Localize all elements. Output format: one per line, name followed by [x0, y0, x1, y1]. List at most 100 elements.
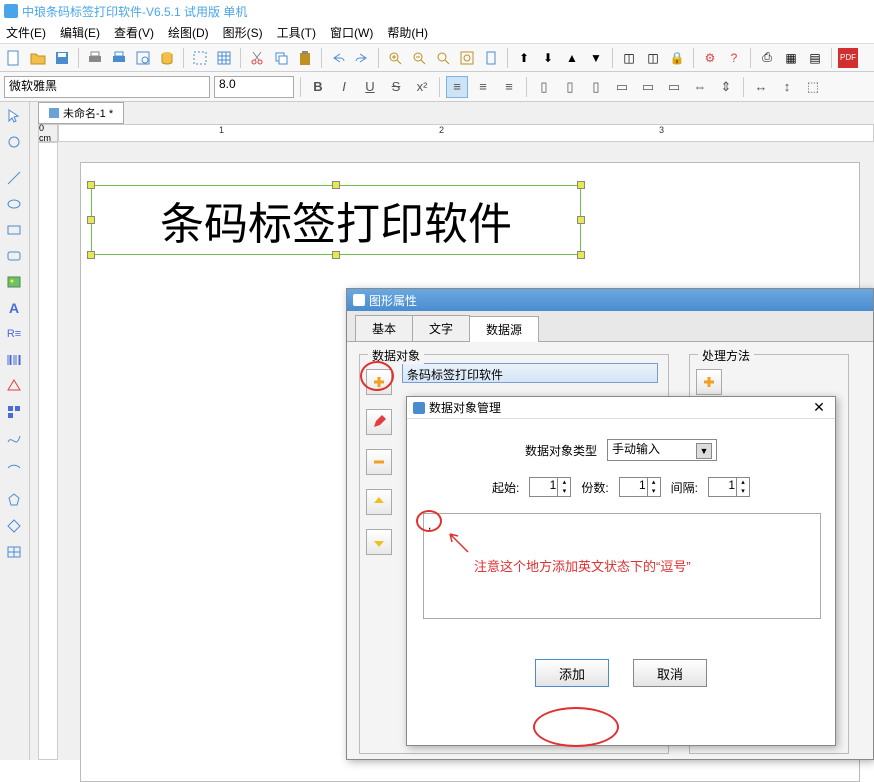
select-all-icon[interactable]: [190, 48, 210, 68]
rect-tool[interactable]: [2, 218, 26, 242]
menu-edit[interactable]: 编辑(E): [60, 24, 100, 41]
font-select[interactable]: 微软雅黑: [4, 76, 210, 98]
italic-button[interactable]: I: [333, 76, 355, 98]
barcode-tool[interactable]: [2, 348, 26, 372]
resize-handle[interactable]: [87, 251, 95, 259]
diamond-tool[interactable]: [2, 514, 26, 538]
resize-handle[interactable]: [577, 181, 585, 189]
arc-tool[interactable]: [2, 452, 26, 476]
menu-shape[interactable]: 图形(S): [223, 24, 263, 41]
align-obj-left-icon[interactable]: ▯: [533, 76, 555, 98]
table-tool[interactable]: [2, 540, 26, 564]
new-icon[interactable]: [4, 48, 24, 68]
gap-spinner[interactable]: 1: [708, 477, 750, 497]
menu-window[interactable]: 窗口(W): [330, 24, 373, 41]
strike-button[interactable]: S: [385, 76, 407, 98]
redo-icon[interactable]: [352, 48, 372, 68]
align-obj-right-icon[interactable]: ▯: [585, 76, 607, 98]
send-back-icon[interactable]: ⬇: [538, 48, 558, 68]
layer-up-icon[interactable]: ▲: [562, 48, 582, 68]
font-size-select[interactable]: 8.0: [214, 76, 294, 98]
distribute-h-icon[interactable]: ⇔: [689, 76, 711, 98]
database-icon[interactable]: [157, 48, 177, 68]
settings-icon[interactable]: ⚙: [700, 48, 720, 68]
copy-icon[interactable]: [271, 48, 291, 68]
resize-handle[interactable]: [577, 251, 585, 259]
bold-button[interactable]: B: [307, 76, 329, 98]
print-setup-icon[interactable]: [85, 48, 105, 68]
paste-icon[interactable]: [295, 48, 315, 68]
layout-icon[interactable]: ▦: [781, 48, 801, 68]
text-object[interactable]: 条码标签打印软件: [91, 185, 581, 255]
zoom-fit-icon[interactable]: [433, 48, 453, 68]
menu-file[interactable]: 文件(E): [6, 24, 46, 41]
align-right-button[interactable]: ≡: [498, 76, 520, 98]
print-preview-icon[interactable]: [133, 48, 153, 68]
resize-handle[interactable]: [332, 251, 340, 259]
align-left-button[interactable]: ≡: [446, 76, 468, 98]
resize-handle[interactable]: [577, 216, 585, 224]
data-manager-title[interactable]: 数据对象管理 ✕: [407, 397, 835, 419]
tab-basic[interactable]: 基本: [355, 315, 413, 341]
resize-handle[interactable]: [332, 181, 340, 189]
align-obj-top-icon[interactable]: ▭: [611, 76, 633, 98]
text-tool[interactable]: A: [2, 296, 26, 320]
same-width-icon[interactable]: ↔: [750, 76, 772, 98]
distribute-v-icon[interactable]: ⇕: [715, 76, 737, 98]
same-size-icon[interactable]: ⬚: [802, 76, 824, 98]
image-tool[interactable]: [2, 270, 26, 294]
qr-tool[interactable]: [2, 400, 26, 424]
pointer-tool[interactable]: [2, 104, 26, 128]
resize-handle[interactable]: [87, 181, 95, 189]
zoom-in-icon[interactable]: [385, 48, 405, 68]
misc-icon[interactable]: ▤: [805, 48, 825, 68]
close-button[interactable]: ✕: [809, 399, 829, 417]
data-object-list-item[interactable]: 条码标签打印软件: [402, 363, 658, 383]
tab-text[interactable]: 文字: [412, 315, 470, 341]
count-spinner[interactable]: 1: [619, 477, 661, 497]
export-icon[interactable]: ⎙: [757, 48, 777, 68]
resize-handle[interactable]: [87, 216, 95, 224]
add-button[interactable]: 添加: [535, 659, 609, 687]
print-icon[interactable]: [109, 48, 129, 68]
group-icon[interactable]: ◫: [619, 48, 639, 68]
start-spinner[interactable]: 1: [529, 477, 571, 497]
underline-button[interactable]: U: [359, 76, 381, 98]
add-process-button[interactable]: [696, 369, 722, 395]
roundrect-tool[interactable]: [2, 244, 26, 268]
line-tool[interactable]: [2, 166, 26, 190]
pdf-icon[interactable]: PDF: [838, 48, 858, 68]
open-icon[interactable]: [28, 48, 48, 68]
same-height-icon[interactable]: ↕: [776, 76, 798, 98]
cut-icon[interactable]: [247, 48, 267, 68]
content-textarea[interactable]: , 注意这个地方添加英文状态下的“逗号”: [423, 513, 821, 619]
pan-tool[interactable]: [2, 130, 26, 154]
cancel-button[interactable]: 取消: [633, 659, 707, 687]
type-select[interactable]: 手动输入: [607, 439, 717, 461]
remove-data-button[interactable]: [366, 449, 392, 475]
move-up-button[interactable]: [366, 489, 392, 515]
save-icon[interactable]: [52, 48, 72, 68]
edit-data-button[interactable]: [366, 409, 392, 435]
shape-tool[interactable]: [2, 374, 26, 398]
help-icon[interactable]: ?: [724, 48, 744, 68]
superscript-button[interactable]: x²: [411, 76, 433, 98]
zoom-out-icon[interactable]: [409, 48, 429, 68]
properties-dialog-title[interactable]: 图形属性: [347, 289, 873, 311]
tab-datasource[interactable]: 数据源: [469, 316, 539, 342]
layer-down-icon[interactable]: ▼: [586, 48, 606, 68]
move-down-button[interactable]: [366, 529, 392, 555]
menu-tool[interactable]: 工具(T): [277, 24, 316, 41]
polygon-tool[interactable]: [2, 488, 26, 512]
zoom-page-icon[interactable]: [481, 48, 501, 68]
ellipse-tool[interactable]: [2, 192, 26, 216]
bring-front-icon[interactable]: ⬆: [514, 48, 534, 68]
menu-draw[interactable]: 绘图(D): [168, 24, 209, 41]
richtext-tool[interactable]: R≡: [2, 322, 26, 346]
document-tab[interactable]: 未命名-1 *: [38, 102, 124, 124]
align-obj-mid-icon[interactable]: ▭: [637, 76, 659, 98]
menu-view[interactable]: 查看(V): [114, 24, 154, 41]
ungroup-icon[interactable]: ◫: [643, 48, 663, 68]
align-obj-center-icon[interactable]: ▯: [559, 76, 581, 98]
grid-icon[interactable]: [214, 48, 234, 68]
